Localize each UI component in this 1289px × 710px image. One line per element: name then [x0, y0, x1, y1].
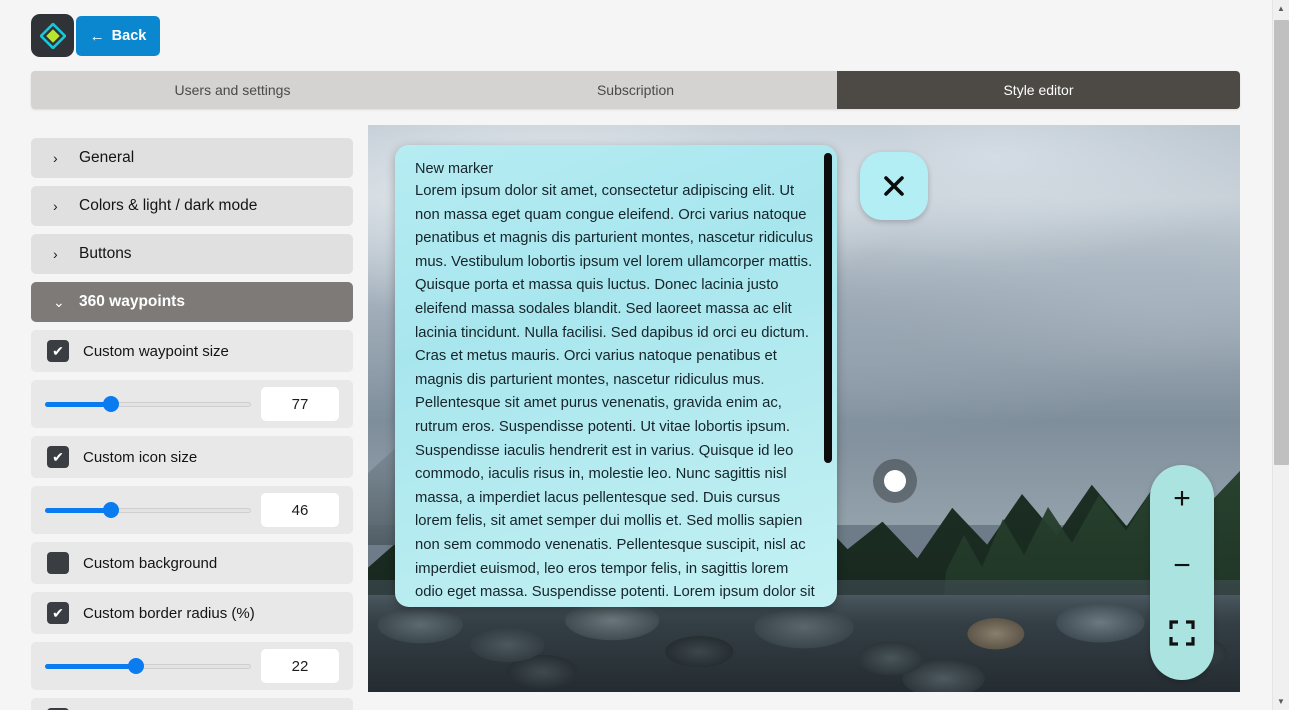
- marker-popup-content: New marker Lorem ipsum dolor sit amet, c…: [395, 145, 837, 607]
- scroll-up-arrow[interactable]: ▲: [1273, 0, 1289, 17]
- control-label: Custom waypoint size: [83, 342, 229, 360]
- control-label: Custom background: [83, 554, 218, 572]
- close-marker-button[interactable]: [860, 152, 928, 220]
- style-editor-sidebar: › General › Colors & light / dark mode ›…: [31, 138, 353, 710]
- slider-fill: [45, 507, 111, 513]
- row-custom-icon-size: ✔ Custom icon size: [31, 436, 353, 478]
- control-label: Custom border radius (%): [83, 604, 255, 622]
- scroll-down-arrow[interactable]: ▼: [1273, 693, 1289, 710]
- marker-popup[interactable]: New marker Lorem ipsum dolor sit amet, c…: [395, 145, 837, 607]
- back-button[interactable]: ← Back: [76, 16, 160, 56]
- checkbox-custom-icon-size[interactable]: ✔: [47, 446, 69, 468]
- fullscreen-icon: [1169, 619, 1195, 646]
- tab-users-and-settings[interactable]: Users and settings: [31, 71, 434, 109]
- tab-label: Users and settings: [174, 82, 291, 98]
- back-arrow-icon: ←: [89, 27, 105, 45]
- chevron-down-icon: ⌄: [53, 294, 65, 310]
- marker-popup-body: Lorem ipsum dolor sit amet, consectetur …: [415, 183, 815, 601]
- tab-subscription[interactable]: Subscription: [434, 71, 837, 109]
- sidebar-section-360-waypoints[interactable]: ⌄ 360 waypoints: [31, 282, 353, 322]
- control-label: Custom icon size: [83, 448, 198, 466]
- checkbox-custom-border-radius[interactable]: ✔: [47, 602, 69, 624]
- sidebar-section-colors[interactable]: › Colors & light / dark mode: [31, 186, 353, 226]
- window-scrollbar[interactable]: ▲ ▼: [1272, 0, 1289, 710]
- sidebar-section-label: Buttons: [79, 245, 132, 262]
- viewer-zoom-controls: + −: [1150, 465, 1214, 680]
- sidebar-section-general[interactable]: › General: [31, 138, 353, 178]
- row-waypoint-size-slider: [31, 380, 353, 428]
- plus-icon: +: [1173, 481, 1191, 515]
- marker-popup-title: New marker: [415, 161, 494, 177]
- zoom-out-button[interactable]: −: [1150, 532, 1214, 599]
- main-tabs: Users and settings Subscription Style ed…: [31, 71, 1240, 109]
- slider-fill: [45, 663, 136, 669]
- checkbox-custom-waypoint-size[interactable]: ✔: [47, 340, 69, 362]
- row-border-radius-slider: [31, 642, 353, 690]
- app-logo[interactable]: [31, 14, 74, 57]
- tab-label: Style editor: [1003, 82, 1074, 98]
- style-editor-page: ← Back Users and settings Subscription S…: [0, 0, 1289, 710]
- input-icon-size[interactable]: [261, 493, 339, 527]
- sidebar-section-label: 360 waypoints: [79, 293, 185, 310]
- checkbox-custom-background[interactable]: ✔: [47, 552, 69, 574]
- check-icon: ✔: [52, 343, 64, 359]
- close-icon: [884, 176, 904, 196]
- row-custom-waypoint-size: ✔ Custom waypoint size: [31, 330, 353, 372]
- minus-icon: −: [1173, 548, 1191, 582]
- slider-waypoint-size[interactable]: [45, 394, 251, 414]
- sidebar-section-label: Colors & light / dark mode: [79, 197, 258, 214]
- panorama-viewer[interactable]: New marker Lorem ipsum dolor sit amet, c…: [368, 125, 1240, 692]
- sidebar-section-label: General: [79, 149, 135, 166]
- zoom-in-button[interactable]: +: [1150, 465, 1214, 532]
- chevron-right-icon: ›: [53, 198, 58, 214]
- check-icon: ✔: [52, 605, 64, 621]
- fullscreen-button[interactable]: [1150, 599, 1214, 666]
- row-custom-background: ✔ Custom background: [31, 542, 353, 584]
- chevron-right-icon: ›: [53, 150, 58, 166]
- input-waypoint-size[interactable]: [261, 387, 339, 421]
- slider-thumb[interactable]: [102, 502, 119, 518]
- row-custom-border-radius: ✔ Custom border radius (%): [31, 592, 353, 634]
- marker-popup-scrollbar[interactable]: [824, 153, 832, 463]
- back-button-label: Back: [111, 28, 147, 44]
- slider-thumb[interactable]: [127, 658, 144, 674]
- tab-style-editor[interactable]: Style editor: [837, 71, 1240, 109]
- top-bar: ← Back: [0, 0, 1272, 66]
- row-next-control-partial: [31, 698, 353, 710]
- slider-icon-size[interactable]: [45, 500, 251, 520]
- diamond-logo-icon: [39, 22, 66, 49]
- slider-border-radius[interactable]: [45, 656, 251, 676]
- slider-fill: [45, 401, 111, 407]
- check-icon: ✔: [52, 449, 64, 465]
- scrollbar-thumb[interactable]: [1274, 20, 1289, 465]
- slider-thumb[interactable]: [102, 396, 119, 412]
- chevron-right-icon: ›: [53, 246, 58, 262]
- waypoint-dot-icon: [884, 470, 906, 492]
- tab-label: Subscription: [596, 82, 675, 98]
- sidebar-section-buttons[interactable]: › Buttons: [31, 234, 353, 274]
- row-icon-size-slider: [31, 486, 353, 534]
- input-border-radius[interactable]: [261, 649, 339, 683]
- waypoint-dot-marker[interactable]: [873, 459, 917, 503]
